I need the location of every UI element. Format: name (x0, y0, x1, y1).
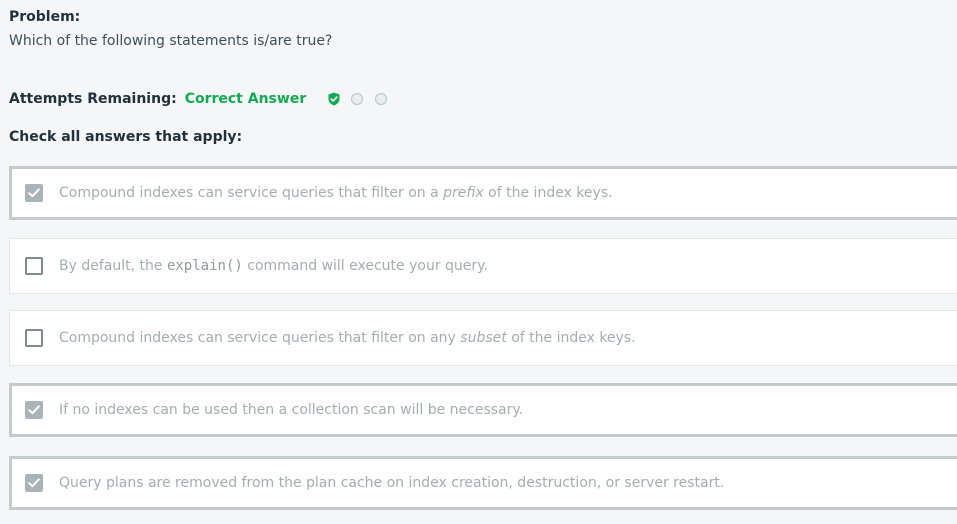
shield-check-icon (327, 92, 341, 106)
attempts-row: Attempts Remaining: Correct Answer (9, 89, 399, 109)
answer-option-text: If no indexes can be used then a collect… (59, 402, 524, 418)
attempt-remaining-indicator (375, 93, 388, 105)
checkmark-icon (28, 478, 40, 488)
checkmark-icon (28, 405, 40, 415)
answer-option-text: Query plans are removed from the plan ca… (59, 475, 725, 491)
answer-option-4[interactable]: If no indexes can be used then a collect… (9, 383, 957, 437)
attempt-remaining-indicator (351, 93, 364, 105)
answer-option-5[interactable]: Query plans are removed from the plan ca… (9, 456, 957, 510)
problem-question: Which of the following statements is/are… (9, 33, 333, 49)
checkbox-unchecked[interactable] (25, 257, 43, 275)
checkmark-icon (28, 188, 40, 198)
checkbox-checked[interactable] (25, 184, 43, 202)
problem-heading: Problem: (9, 9, 81, 25)
checkbox-unchecked[interactable] (25, 329, 43, 347)
attempt-indicators (327, 92, 399, 106)
answer-option-3[interactable]: Compound indexes can service queries tha… (9, 310, 957, 366)
answer-option-text: Compound indexes can service queries tha… (59, 330, 636, 346)
attempts-label: Attempts Remaining: (9, 91, 177, 107)
checkbox-checked[interactable] (25, 474, 43, 492)
answer-option-text: By default, the explain() command will e… (59, 258, 488, 274)
attempt-status-text: Correct Answer (184, 91, 307, 107)
answer-option-2[interactable]: By default, the explain() command will e… (9, 238, 957, 294)
quiz-panel: Problem: Which of the following statemen… (0, 0, 957, 524)
answer-option-1[interactable]: Compound indexes can service queries tha… (9, 166, 957, 220)
checkbox-checked[interactable] (25, 401, 43, 419)
answer-option-text: Compound indexes can service queries tha… (59, 185, 613, 201)
instructions-label: Check all answers that apply: (9, 129, 243, 145)
